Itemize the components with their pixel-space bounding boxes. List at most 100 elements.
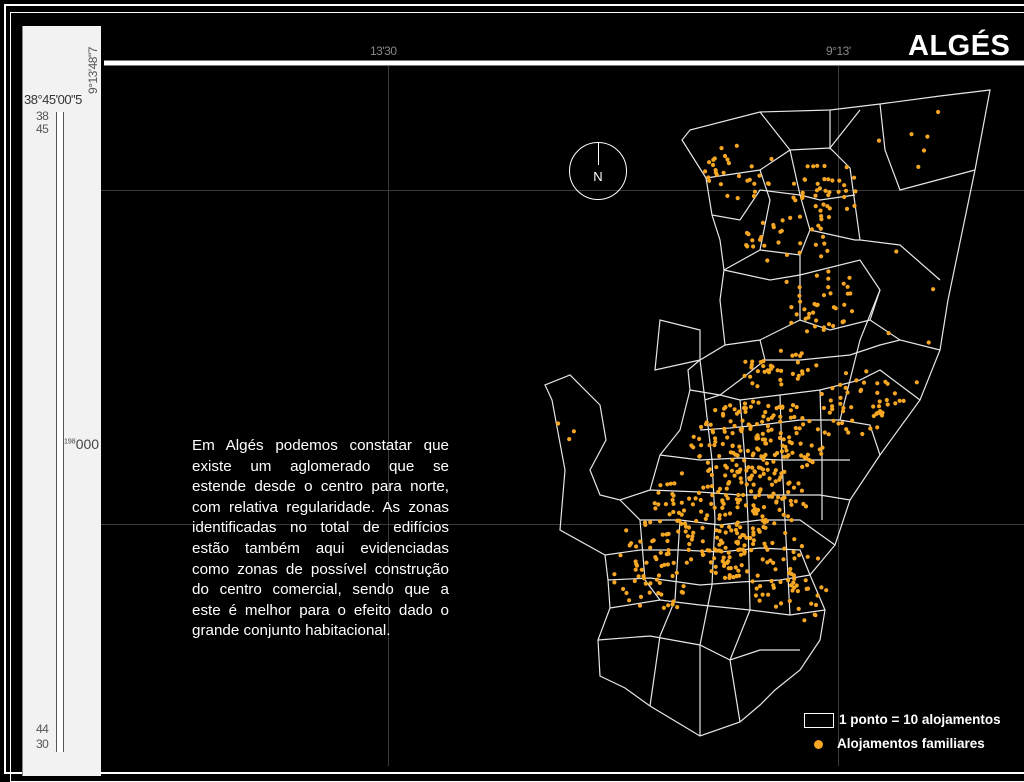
dwelling-dot [720, 411, 726, 416]
dwelling-dot [735, 469, 740, 474]
dwelling-dot [748, 374, 753, 379]
dwelling-dot [687, 542, 692, 547]
dwelling-dot [668, 481, 673, 486]
dwelling-dot [682, 521, 688, 526]
dwelling-dot [844, 427, 849, 432]
dwelling-dot [732, 407, 737, 412]
dwelling-dot [807, 419, 812, 424]
dwelling-dot [830, 407, 835, 412]
dwelling-dot [714, 528, 719, 533]
dwelling-dot [925, 134, 930, 139]
dwelling-dot [778, 348, 784, 353]
dwelling-dot [728, 566, 733, 571]
dwelling-dot [779, 368, 784, 373]
dwelling-dot [760, 592, 765, 597]
dwelling-dot [753, 593, 759, 598]
dwelling-dot [743, 359, 748, 364]
dwelling-dot [571, 429, 577, 434]
dwelling-dot [719, 549, 724, 554]
dwelling-dot [750, 381, 755, 386]
dwelling-dot [730, 431, 735, 436]
dwelling-dot [712, 556, 717, 561]
dwelling-dot [802, 618, 807, 623]
dwelling-dot [709, 472, 715, 478]
dwelling-dot [672, 481, 677, 486]
dwelling-dot [764, 461, 770, 466]
dwelling-dot [875, 381, 880, 386]
dwelling-dot [830, 178, 835, 183]
dwelling-dot [638, 539, 643, 544]
dwelling-dot [660, 532, 665, 537]
dwelling-dot [765, 560, 770, 565]
dwelling-dot [750, 465, 755, 470]
dwelling-dot [740, 547, 745, 552]
dwelling-dot [771, 560, 776, 566]
dwelling-dot [916, 164, 921, 169]
dwelling-dot [818, 208, 823, 213]
dwelling-dot [632, 578, 637, 584]
dwelling-dot [826, 432, 831, 437]
dwelling-dot [743, 406, 749, 411]
dwelling-dot [705, 460, 711, 465]
dwelling-dot [801, 422, 806, 427]
dwelling-dot [720, 505, 725, 510]
dwelling-dot [767, 476, 772, 481]
block-boundary [829, 109, 861, 150]
dwelling-dot [729, 468, 735, 473]
dwelling-dot [679, 512, 684, 517]
dwelling-dot [721, 170, 726, 175]
dwelling-dot [811, 164, 816, 169]
dwelling-dot [769, 578, 774, 584]
block-boundary [689, 369, 921, 401]
dwelling-dot [733, 452, 738, 457]
dwelling-dot [815, 163, 820, 168]
dwelling-dot [744, 230, 750, 236]
dwelling-dot [760, 431, 765, 436]
legend-dot-label: Alojamentos familiares [837, 736, 985, 751]
dwelling-dot [756, 400, 761, 405]
dwelling-dot [778, 579, 783, 585]
dwelling-dot [769, 482, 775, 487]
dwelling-dot [809, 443, 814, 448]
dwelling-dot [769, 156, 774, 162]
dwelling-dot [713, 408, 718, 413]
dwelling-dot [797, 426, 802, 431]
dwelling-dot [791, 549, 796, 555]
dwelling-dot [763, 525, 768, 530]
dwelling-dot [800, 464, 805, 469]
dwelling-dot [786, 578, 791, 583]
dwelling-dot [712, 505, 717, 510]
dwelling-dot [686, 525, 692, 530]
dwelling-dot [826, 285, 831, 290]
dwelling-dot [723, 463, 728, 468]
dwelling-dot [830, 386, 835, 391]
dwelling-dot [723, 545, 728, 550]
dwelling-dot [670, 602, 675, 607]
dwelling-dot [886, 331, 891, 336]
dwelling-dot [765, 258, 770, 263]
dwelling-dot [814, 318, 819, 323]
dwelling-dot [836, 189, 841, 194]
dwelling-dot [819, 451, 824, 456]
dwelling-dot [810, 460, 815, 465]
dwelling-dot [746, 465, 751, 470]
dwelling-dot [914, 380, 919, 385]
dwelling-dot [766, 181, 771, 186]
dwelling-dot [730, 443, 735, 449]
dwelling-dot [739, 563, 744, 568]
dwelling-dot [629, 541, 634, 546]
dwelling-dot [792, 585, 797, 590]
dwelling-dot [755, 573, 760, 578]
dwelling-dot [723, 530, 728, 535]
dwelling-dot [735, 196, 740, 201]
dwelling-dot [706, 468, 711, 473]
dwelling-dot [791, 195, 796, 200]
dwelling-dot [773, 567, 778, 572]
dwelling-dot [822, 430, 827, 435]
dwelling-dot [763, 410, 768, 415]
dwelling-dot [661, 605, 667, 611]
dwelling-dot [670, 573, 675, 579]
dwelling-dot [813, 204, 818, 209]
dwelling-dot [681, 508, 687, 513]
dwelling-dot [790, 403, 796, 408]
